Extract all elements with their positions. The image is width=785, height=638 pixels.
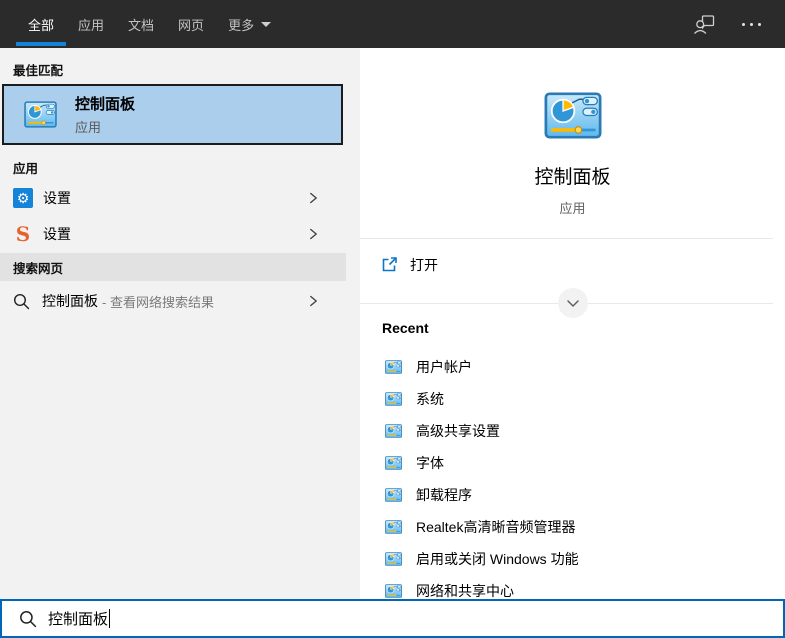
recent-list: 用户帐户 系统 高级共享设置 字体 卸载程序 Realtek高清晰音频管理器 启… [360, 351, 785, 607]
preview-panel: 控制面板 应用 打开 Recent 用户帐户 系统 高级共享设置 [360, 48, 785, 599]
recent-header: Recent [382, 320, 429, 336]
app-title: 控制面板 [360, 162, 785, 189]
ellipsis-icon [742, 23, 761, 26]
recent-item-fonts[interactable]: 字体 [360, 447, 785, 479]
person-speech-bubble-icon [693, 13, 716, 36]
control-panel-icon [24, 101, 57, 128]
search-filter-bar: 全部 应用 文档 网页 更多 [0, 0, 785, 48]
recent-item-uninstall-program[interactable]: 卸载程序 [360, 479, 785, 511]
search-results-panel: 最佳匹配 控制面板 应用 应用 ⚙ 设置 S 设置 搜索网页 控制面板 - 查看… [0, 48, 360, 599]
control-panel-icon [385, 456, 402, 470]
control-panel-icon [385, 392, 402, 406]
recent-item-windows-features[interactable]: 启用或关闭 Windows 功能 [360, 543, 785, 575]
tab-web[interactable]: 网页 [166, 0, 216, 48]
tab-apps[interactable]: 应用 [66, 0, 116, 48]
tab-all[interactable]: 全部 [16, 0, 66, 48]
orange-s-icon: S [13, 224, 33, 244]
control-panel-icon-large [544, 92, 602, 139]
best-match-header: 最佳匹配 [13, 60, 63, 79]
app-hero: 控制面板 应用 [360, 48, 785, 217]
collapse-panel-button[interactable] [558, 288, 588, 318]
recent-item-system[interactable]: 系统 [360, 383, 785, 415]
feedback-user-button[interactable] [693, 13, 716, 36]
recent-item-realtek-audio[interactable]: Realtek高清晰音频管理器 [360, 511, 785, 543]
app-result-settings[interactable]: ⚙ 设置 [0, 180, 346, 216]
chevron-right-icon[interactable] [309, 295, 318, 308]
chevron-right-icon[interactable] [309, 228, 318, 241]
tab-more[interactable]: 更多 [216, 0, 283, 48]
search-icon [19, 610, 37, 628]
web-search-result[interactable]: 控制面板 - 查看网络搜索结果 [0, 281, 346, 321]
chevron-down-icon [562, 292, 584, 314]
app-subtitle: 应用 [360, 198, 785, 217]
divider [360, 238, 773, 239]
best-match-item-control-panel[interactable]: 控制面板 应用 [2, 84, 343, 145]
best-match-title: 控制面板 [75, 93, 135, 114]
control-panel-icon [385, 488, 402, 502]
dropdown-caret-icon [261, 22, 271, 27]
web-section-header: 搜索网页 [0, 253, 346, 281]
control-panel-icon [385, 552, 402, 566]
best-match-subtitle: 应用 [75, 117, 135, 136]
search-query-text: 控制面板 [48, 608, 108, 629]
control-panel-icon [385, 424, 402, 438]
control-panel-icon [385, 584, 402, 598]
open-external-icon [381, 256, 398, 273]
chevron-right-icon[interactable] [309, 192, 318, 205]
app-result-settings-2[interactable]: S 设置 [0, 216, 346, 252]
tab-documents[interactable]: 文档 [116, 0, 166, 48]
settings-gear-icon: ⚙ [13, 188, 33, 208]
search-input[interactable]: 控制面板 [0, 599, 785, 638]
open-action[interactable]: 打开 [360, 248, 773, 281]
control-panel-icon [385, 520, 402, 534]
recent-item-advanced-sharing[interactable]: 高级共享设置 [360, 415, 785, 447]
more-options-button[interactable] [742, 23, 761, 26]
apps-section-header: 应用 [13, 158, 38, 177]
search-icon [13, 293, 30, 310]
text-cursor [109, 609, 110, 628]
recent-item-user-accounts[interactable]: 用户帐户 [360, 351, 785, 383]
control-panel-icon [385, 360, 402, 374]
